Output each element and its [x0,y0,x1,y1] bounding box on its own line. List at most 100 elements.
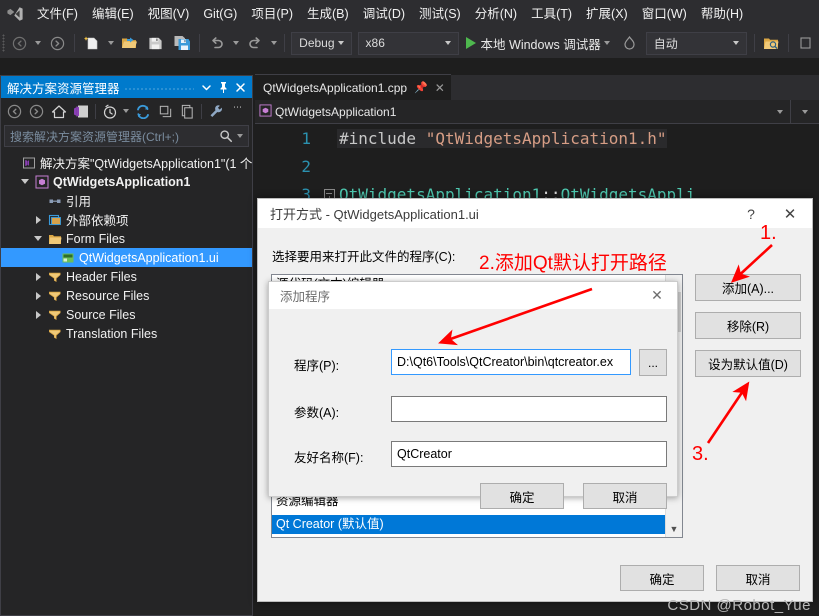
chevron-down-icon [337,41,344,45]
new-item-dropdown-icon[interactable] [107,41,114,45]
new-item-icon[interactable] [79,31,105,55]
navigation-type-combo[interactable]: QtWidgetsApplication1 [255,100,791,123]
chevron-down-icon[interactable] [237,134,243,138]
chevron-down-icon [34,236,42,241]
ok-button[interactable]: 确定 [620,565,704,591]
menu-item-7[interactable]: 测试(S) [412,0,468,28]
tree-item[interactable]: Source Files [1,305,252,324]
menu-item-3[interactable]: Git(G) [196,0,244,28]
menu-item-6[interactable]: 调试(D) [356,0,412,28]
browse-button[interactable]: ... [639,349,667,376]
undo-dropdown-icon[interactable] [232,41,239,45]
menu-item-5[interactable]: 生成(B) [300,0,356,28]
code-token: #include [339,128,426,148]
cancel-button[interactable]: 取消 [716,565,800,591]
menu-item-10[interactable]: 扩展(X) [579,0,635,28]
menu-items: 文件(F) 编辑(E) 视图(V) Git(G) 项目(P) 生成(B) 调试(D) 测试(S… [30,0,750,28]
arguments-input[interactable] [391,396,667,422]
save-all-icon[interactable] [169,31,195,55]
tree-item-label: QtWidgetsApplication1.ui [79,250,219,265]
save-icon[interactable] [143,31,169,55]
back-icon[interactable] [4,100,26,122]
redo-dropdown-icon[interactable] [270,41,277,45]
friendly-name-input[interactable]: QtCreator [391,441,667,467]
add-program-body: 程序(P): D:\Qt6\Tools\QtCreator\bin\qtcrea… [269,309,677,509]
titlebar-dots [123,76,194,98]
solution-configuration-combo[interactable]: Debug [291,31,352,55]
menu-item-2[interactable]: 视图(V) [141,0,197,28]
tree-item[interactable]: Header Files [1,267,252,286]
open-with-button-2[interactable]: 设为默认值(D) [695,350,801,377]
add-program-titlebar: 添加程序 ✕ [269,282,677,309]
expand-chevron-icon[interactable] [31,286,45,305]
open-with-button-1[interactable]: 移除(R) [695,312,801,339]
start-debugging-button[interactable]: 本地 Windows 调试器 [462,31,617,55]
home-icon[interactable] [48,100,70,122]
menu-item-11[interactable]: 窗口(W) [635,0,694,28]
solution-home-icon[interactable] [70,100,92,122]
overflow-icon[interactable]: ⋯ [227,100,249,122]
navigation-member-combo[interactable] [791,100,819,123]
expand-chevron-icon[interactable] [31,267,45,286]
redo-icon[interactable] [242,31,268,55]
refresh-icon[interactable] [132,100,154,122]
chevron-down-icon[interactable]: ▼ [666,520,682,537]
pin-icon[interactable]: 📌 [414,81,428,94]
program-path-input[interactable]: D:\Qt6\Tools\QtCreator\bin\qtcreator.ex [391,349,631,375]
close-icon[interactable] [232,76,249,98]
tree-item-selected[interactable]: QtWidgetsApplication1.ui [1,248,252,267]
navigate-back-dropdown-icon[interactable] [35,41,42,45]
tree-item[interactable]: Translation Files [1,324,252,343]
open-with-button-column: 添加(A)... 移除(R) 设为默认值(D) [695,274,801,388]
find-in-files-icon[interactable] [758,31,784,55]
solution-platform-combo[interactable]: x86 [357,31,459,55]
chevron-down-icon[interactable] [198,76,215,98]
collapse-all-icon[interactable] [154,100,176,122]
navigate-forward-icon[interactable] [44,31,70,55]
menu-item-4[interactable]: 项目(P) [244,0,300,28]
collapse-chevron-icon[interactable] [31,229,45,248]
search-icon[interactable] [217,125,234,147]
pin-icon[interactable] [215,76,232,98]
expand-chevron-icon[interactable] [31,305,45,324]
project-icon [32,172,51,191]
chevron-down-icon[interactable] [123,109,130,113]
tree-item[interactable]: Form Files [1,229,252,248]
toolbar-separator [198,34,200,52]
hot-reload-icon[interactable] [617,31,643,55]
search-input[interactable]: 搜索解决方案资源管理器(Ctrl+;) [4,125,249,147]
toolbar-overflow-icon[interactable] [793,31,819,55]
navigate-back-icon[interactable] [6,31,32,55]
tab-qtwidgetsapplication1-cpp[interactable]: QtWidgetsApplication1.cpp 📌 ✕ [255,74,451,100]
menu-item-9[interactable]: 工具(T) [524,0,579,28]
menu-item-1[interactable]: 编辑(E) [85,0,141,28]
close-icon[interactable]: ✕ [435,81,445,95]
open-with-button-0[interactable]: 添加(A)... [695,274,801,301]
expand-chevron-icon[interactable] [31,210,45,229]
forward-icon[interactable] [26,100,48,122]
chevron-down-icon[interactable] [603,41,610,45]
code-view[interactable]: 1 #include "QtWidgetsApplication1.h" 2 3 QtW… [255,124,819,210]
show-all-files-icon[interactable] [176,100,198,122]
pending-changes-icon[interactable] [99,100,121,122]
tree-item[interactable]: Resource Files [1,286,252,305]
undo-icon[interactable] [204,31,230,55]
tree-item[interactable]: QtWidgetsApplication1 [1,172,252,191]
tree-item[interactable]: 引用 [1,191,252,210]
code-text: #include "QtWidgetsApplication1.h" [337,128,667,148]
collapse-chevron-icon[interactable] [18,172,32,191]
menu-item-12[interactable]: 帮助(H) [694,0,750,28]
tree-item[interactable]: 外部依赖项 [1,210,252,229]
tree-item-label: 外部依赖项 [66,214,129,228]
tree-item[interactable]: 解决方案"QtWidgetsApplication1"(1 个 [1,153,252,172]
inner-cancel-button[interactable]: 取消 [583,483,667,509]
properties-icon[interactable] [205,100,227,122]
menu-item-0[interactable]: 文件(F) [30,0,85,28]
debug-target-combo[interactable]: 自动 [645,31,747,55]
inner-ok-button[interactable]: 确定 [480,483,564,509]
tree-item-label: QtWidgetsApplication1 [53,174,191,189]
menu-item-8[interactable]: 分析(N) [468,0,524,28]
program-list-item-selected[interactable]: Qt Creator (默认值) [272,515,673,534]
close-icon[interactable]: ✕ [637,282,677,309]
open-file-icon[interactable] [117,31,143,55]
